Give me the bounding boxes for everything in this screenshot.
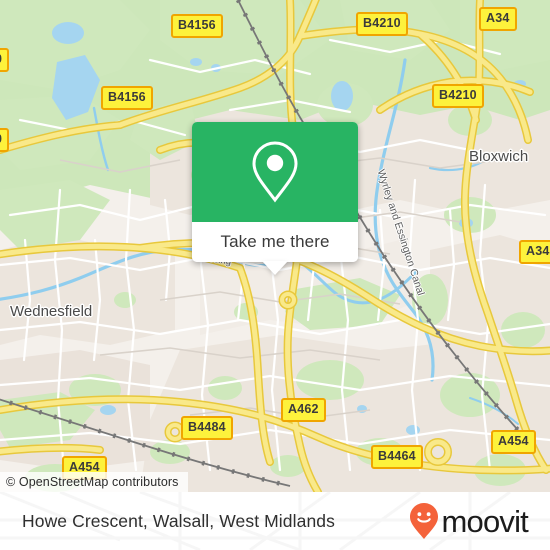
road-shield-b4464[interactable]: B4464 (371, 445, 423, 469)
take-me-there-label: Take me there (220, 232, 330, 251)
road-shield-a462[interactable]: A462 (281, 398, 326, 422)
road-shield-a454-east[interactable]: A454 (491, 430, 536, 454)
road-shield-a34-north[interactable]: A34 (479, 7, 517, 31)
road-shield-b4156-west[interactable]: B4156 (101, 86, 153, 110)
road-shield-edge-bottom[interactable]: 0 (0, 128, 10, 152)
map-screenshot: Bloxwich Wednesfield Wyrley and Essingto… (0, 0, 550, 550)
road-shield-b4156-north[interactable]: B4156 (171, 14, 223, 38)
road-shield-b4210-north[interactable]: B4210 (356, 12, 408, 36)
location-title: Howe Crescent, Walsall, West Midlands (22, 510, 335, 531)
map-pin-icon (252, 141, 298, 203)
callout-pointer (262, 261, 288, 275)
place-label-wednesfield: Wednesfield (10, 303, 93, 320)
destination-callout[interactable]: Take me there (192, 122, 358, 275)
road-shield-edge-top[interactable]: 0 (0, 48, 10, 72)
road-shield-b4210-east[interactable]: B4210 (432, 84, 484, 108)
moovit-wordmark: moovit (441, 503, 528, 539)
moovit-smiley-pin-icon (410, 503, 439, 539)
map-attribution[interactable]: © OpenStreetMap contributors (0, 472, 188, 492)
callout-action-area[interactable]: Take me there (192, 222, 358, 262)
road-shield-a34-east[interactable]: A34 (519, 240, 550, 264)
map-canvas[interactable]: Bloxwich Wednesfield Wyrley and Essingto… (0, 0, 550, 492)
road-shield-b4484[interactable]: B4484 (181, 416, 233, 440)
place-label-bloxwich: Bloxwich (469, 148, 529, 165)
moovit-logo[interactable]: moovit (409, 502, 529, 540)
footer-bar: Howe Crescent, Walsall, West Midlands mo… (0, 492, 550, 550)
callout-icon-area (192, 122, 358, 222)
